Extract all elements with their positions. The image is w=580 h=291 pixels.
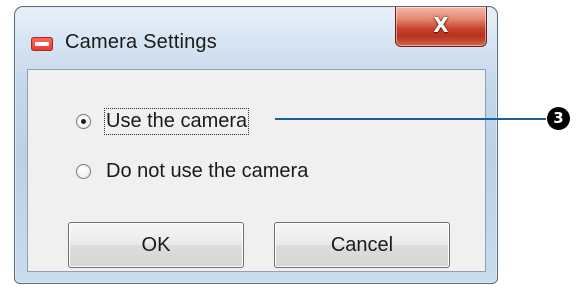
dialog-window: Camera Settings X Use the camera Do not … xyxy=(14,6,498,284)
ok-button[interactable]: OK xyxy=(68,222,244,268)
window-title: Camera Settings xyxy=(65,31,217,53)
radio-button-checked[interactable] xyxy=(76,114,91,129)
dialog-body: Use the camera Do not use the camera OK … xyxy=(27,69,486,272)
close-icon: X xyxy=(433,13,449,37)
radio-label-use-camera[interactable]: Use the camera xyxy=(103,108,250,135)
app-icon xyxy=(31,37,53,51)
radio-label-do-not-use-camera[interactable]: Do not use the camera xyxy=(106,160,308,183)
radio-button-unchecked[interactable] xyxy=(76,164,91,179)
close-button[interactable]: X xyxy=(395,7,487,47)
callout-number-badge: 3 xyxy=(547,107,570,130)
title-bar[interactable]: Camera Settings X xyxy=(15,7,497,67)
callout-line xyxy=(275,118,546,120)
cancel-button[interactable]: Cancel xyxy=(274,222,450,268)
